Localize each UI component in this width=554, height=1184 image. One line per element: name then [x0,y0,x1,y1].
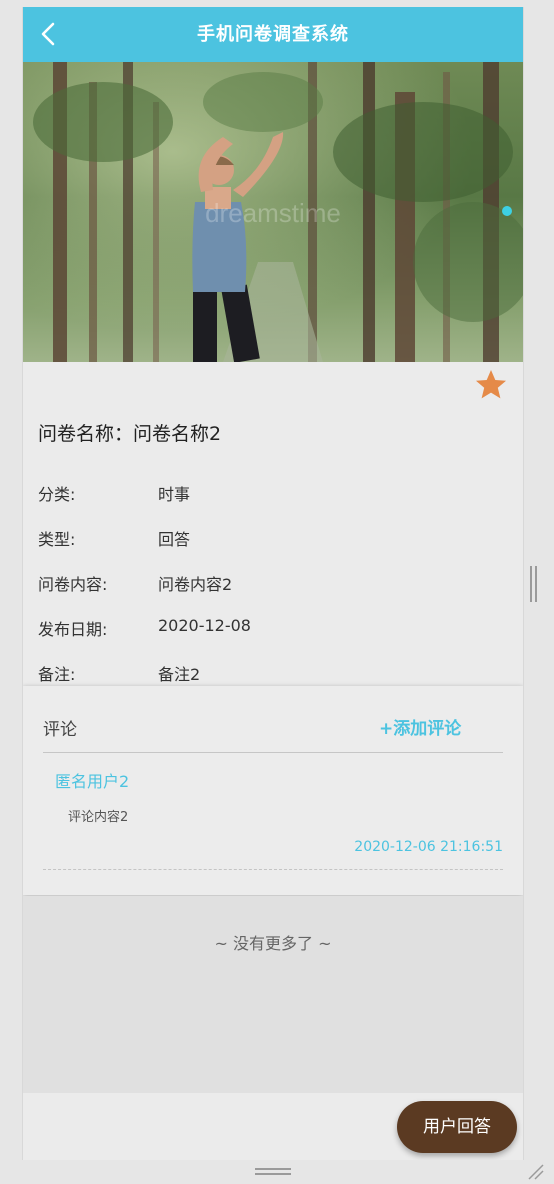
banner-carousel[interactable]: dreamstime [23,62,523,362]
favorite-button[interactable] [474,368,508,402]
comment-content: 评论内容2 [68,810,129,825]
comment-time: 2020-12-06 21:16:51 [354,839,503,855]
carousel-dot[interactable] [502,206,512,216]
comment-section: 评论 +添加评论 匿名用户2 评论内容2 2020-12-06 21:16:51 [23,686,523,895]
survey-name-label: 问卷名称： [38,423,134,445]
type-label: 类型: [38,530,76,549]
star-icon [476,370,506,399]
page-title: 手机问卷调查系统 [197,24,349,45]
watermark-text: dreamstime [205,198,341,228]
comment-separator [43,869,503,870]
user-answer-button[interactable]: 用户回答 [397,1101,517,1153]
phone-frame: 手机问卷调查系统 dreamstime 问卷名称：问卷名称2 分类: 时事 类型… [22,7,524,1160]
chevron-left-icon [41,22,55,46]
category-value: 时事 [158,485,191,504]
app-header: 手机问卷调查系统 [23,7,523,62]
survey-name-value: 问卷名称2 [133,423,222,445]
publish-date-value: 2020-12-08 [158,616,251,635]
resize-grip-icon[interactable] [526,1162,544,1180]
list-end-area: ~ 没有更多了 ~ [23,896,523,1093]
content-value: 问卷内容2 [158,575,233,594]
bottom-drag-handle[interactable] [255,1168,291,1176]
remark-value: 备注2 [158,665,201,684]
comment-heading: 评论 [43,720,77,740]
no-more-text: ~ 没有更多了 ~ [214,934,332,953]
comment-user[interactable]: 匿名用户2 [55,768,129,792]
content-label: 问卷内容: [38,575,108,594]
category-label: 分类: [38,485,76,504]
remark-label: 备注: [38,665,76,684]
publish-date-label: 发布日期: [38,620,108,639]
add-comment-button[interactable]: +添加评论 [379,714,461,739]
back-button[interactable] [35,20,63,48]
divider [43,752,503,753]
banner-image: dreamstime [23,62,523,362]
type-value: 回答 [158,530,191,549]
survey-name: 问卷名称：问卷名称2 [38,419,221,446]
side-scroll-handle[interactable] [530,566,538,602]
